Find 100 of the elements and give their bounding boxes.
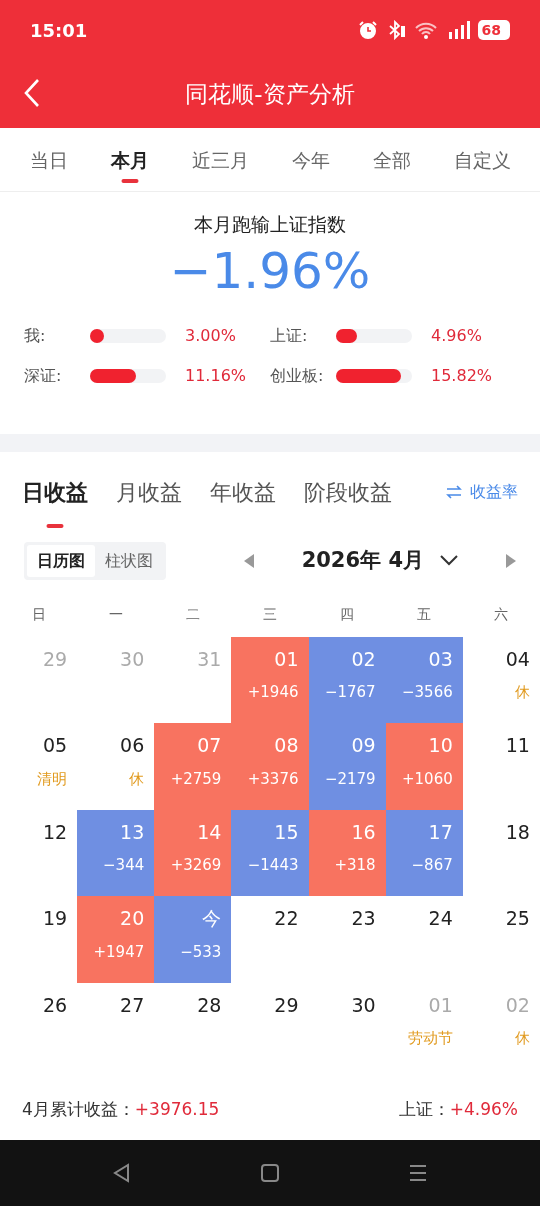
- weekday-label: 日: [30, 604, 47, 624]
- status-time: 15:01: [30, 18, 88, 43]
- left-triangle-icon: [243, 553, 254, 568]
- view-option[interactable]: 柱状图: [95, 544, 163, 577]
- day-number: 05: [41, 733, 68, 758]
- weekday-label: 二: [184, 604, 201, 624]
- return-difference: −1.96%: [168, 240, 372, 302]
- profit-tab[interactable]: 阶段收益: [304, 471, 392, 528]
- period-tab[interactable]: 自定义: [453, 128, 511, 192]
- weekday-label: 一: [107, 604, 124, 624]
- rate-toggle-link[interactable]: 收益率: [446, 479, 518, 504]
- daily-profit: −344: [102, 855, 145, 877]
- holiday-note: 清明: [36, 768, 68, 790]
- day-number: 27: [119, 992, 145, 1018]
- weekday-label: 六: [493, 604, 510, 624]
- day-number: 10: [427, 733, 453, 758]
- day-number: 31: [196, 646, 222, 672]
- day-number: 25: [504, 906, 530, 931]
- right-triangle-icon: [506, 553, 516, 568]
- return-percent: 4.96%: [431, 324, 482, 347]
- day-number: 08: [273, 733, 299, 758]
- holiday-note: 劳动节: [406, 1028, 453, 1050]
- swap-icon: [446, 484, 462, 499]
- daily-profit: −3566: [401, 682, 453, 704]
- day-number: 今: [201, 906, 222, 931]
- index-label: 创业板:: [270, 364, 325, 387]
- day-number: 12: [41, 819, 68, 845]
- daily-profit: +1060: [401, 768, 453, 790]
- system-nav-button[interactable]: [112, 1163, 132, 1183]
- period-tab[interactable]: 当日: [29, 128, 68, 192]
- day-number: 03: [427, 646, 453, 672]
- daily-profit: −2179: [323, 768, 376, 790]
- daily-profit: +1947: [92, 941, 145, 963]
- return-percent: 11.16%: [185, 364, 246, 387]
- day-number: 15: [273, 819, 299, 845]
- day-number: 07: [196, 733, 222, 758]
- weekday-label: 四: [339, 604, 356, 624]
- day-number: 16: [350, 819, 376, 845]
- daily-profit: −1443: [246, 855, 299, 877]
- day-number: 24: [427, 906, 453, 931]
- day-number: 01: [427, 992, 453, 1018]
- nav-home-icon: [260, 1163, 280, 1183]
- back-icon: [24, 78, 40, 108]
- day-number: 26: [41, 992, 68, 1018]
- battery-level: 68: [477, 20, 510, 40]
- system-nav-button[interactable]: [408, 1163, 428, 1183]
- day-number: 29: [273, 992, 299, 1018]
- day-number: 22: [273, 906, 299, 931]
- view-option[interactable]: 日历图: [27, 544, 95, 577]
- total-label: 4月累计收益：: [22, 1098, 135, 1121]
- day-number: 02: [350, 646, 376, 672]
- day-number: 02: [504, 992, 530, 1018]
- index-label: 我:: [24, 324, 47, 347]
- profit-tab[interactable]: 日收益: [22, 471, 88, 528]
- nav-back-icon: [112, 1163, 132, 1183]
- back-button[interactable]: [24, 78, 40, 108]
- period-tab[interactable]: 全部: [372, 128, 411, 192]
- day-number: 29: [41, 646, 68, 672]
- day-number: 04: [504, 646, 530, 672]
- previous-month-button[interactable]: [243, 553, 254, 568]
- day-number: 20: [119, 906, 145, 931]
- profit-tab[interactable]: 月收益: [116, 471, 182, 528]
- chevron-down-icon: [440, 555, 458, 566]
- day-number: 11: [504, 733, 530, 758]
- return-percent: 3.00%: [185, 324, 236, 347]
- month-selector[interactable]: 2026年 4月: [301, 544, 458, 577]
- day-number: 01: [273, 646, 299, 672]
- index-return: +4.96%: [449, 1098, 518, 1121]
- profit-tab[interactable]: 年收益: [210, 471, 276, 528]
- day-number: 30: [350, 992, 376, 1018]
- day-number: 28: [196, 992, 222, 1018]
- system-nav-button[interactable]: [260, 1163, 280, 1183]
- weekday-label: 五: [416, 604, 433, 624]
- day-number: 23: [350, 906, 376, 931]
- alarm-icon: [357, 20, 378, 40]
- next-month-button[interactable]: [506, 553, 516, 568]
- summary-title: 本月跑输上证指数: [193, 212, 347, 237]
- weekday-label: 三: [261, 604, 278, 624]
- index-label: 上证：: [398, 1098, 450, 1121]
- daily-profit: +1946: [246, 682, 299, 704]
- page-title: 同花顺-资产分析: [185, 79, 355, 109]
- day-number: 18: [504, 819, 530, 845]
- day-number: 13: [119, 819, 145, 845]
- day-number: 14: [196, 819, 222, 845]
- daily-profit: +3376: [246, 768, 299, 790]
- period-tab[interactable]: 今年: [291, 128, 330, 192]
- day-number: 06: [119, 733, 145, 758]
- index-label: 上证:: [270, 324, 309, 347]
- daily-profit: −867: [410, 855, 453, 877]
- menu-icon: [408, 1163, 428, 1183]
- holiday-note: 休: [513, 682, 530, 704]
- daily-profit: +2759: [169, 768, 222, 790]
- wifi-icon: [413, 20, 438, 40]
- holiday-note: 休: [128, 768, 145, 790]
- period-tab[interactable]: 本月: [110, 128, 149, 192]
- day-number: 19: [41, 906, 68, 931]
- period-tab[interactable]: 近三月: [191, 128, 249, 192]
- day-number: 30: [119, 646, 145, 672]
- return-percent: 15.82%: [431, 364, 492, 387]
- day-number: 17: [427, 819, 453, 845]
